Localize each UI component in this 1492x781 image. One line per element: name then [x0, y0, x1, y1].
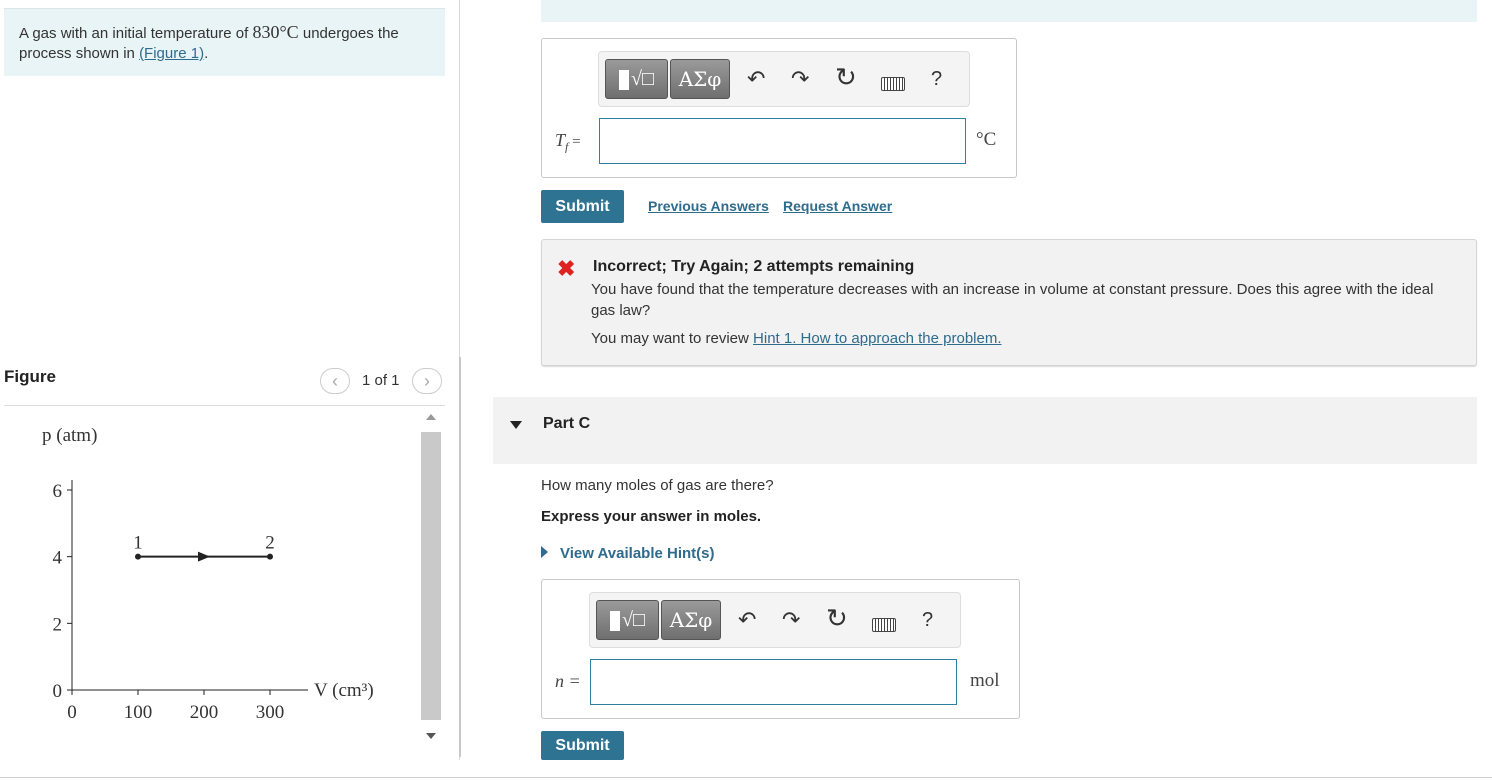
- templates-button[interactable]: √□: [605, 59, 668, 99]
- redo-icon[interactable]: ↷: [782, 607, 800, 633]
- figure-counter: 1 of 1: [362, 372, 400, 389]
- y-tick-label: 2: [53, 614, 63, 635]
- temperature-unit: C: [286, 22, 299, 42]
- reset-icon[interactable]: ↻: [826, 605, 848, 631]
- help-icon[interactable]: ?: [922, 607, 933, 633]
- pv-diagram: p (atm) V (cm³) 0 2 4 6 0 100 200 300 1 2: [42, 425, 374, 723]
- greek-symbols-button[interactable]: ΑΣφ: [661, 600, 721, 640]
- submit-button-part-c[interactable]: Submit: [541, 731, 624, 760]
- n-label: n =: [555, 671, 581, 691]
- templates-button[interactable]: √□: [596, 600, 659, 640]
- tf-label: Tf =: [555, 130, 581, 155]
- tf-unit: °C: [976, 129, 997, 150]
- feedback-hint-line: You may want to review Hint 1. How to ap…: [591, 330, 1002, 347]
- direction-arrow: [198, 551, 210, 562]
- help-icon[interactable]: ?: [931, 66, 942, 92]
- part-c-title[interactable]: Part C: [543, 415, 590, 433]
- greek-symbols-button[interactable]: ΑΣφ: [670, 59, 730, 99]
- y-tick-label: 6: [53, 481, 63, 502]
- previous-answers-link[interactable]: Previous Answers: [648, 198, 769, 214]
- part-c-header[interactable]: [493, 397, 1477, 464]
- caret-down-icon[interactable]: [510, 421, 522, 429]
- submit-button-part-b[interactable]: Submit: [541, 190, 624, 223]
- undo-icon[interactable]: ↶: [738, 607, 756, 633]
- top-banner: [541, 0, 1477, 22]
- figure-prev-button[interactable]: ‹: [320, 368, 350, 394]
- view-hints-link[interactable]: View Available Hint(s): [560, 545, 715, 562]
- tf-input[interactable]: [599, 118, 966, 164]
- state-point: [135, 553, 141, 560]
- x-tick-label: 200: [190, 702, 219, 723]
- review-prefix: You may want to review: [591, 330, 754, 347]
- initial-temperature: 830°: [252, 22, 287, 42]
- x-tick-label: 300: [256, 702, 285, 723]
- figure-divider: [4, 405, 445, 406]
- keyboard-icon[interactable]: [872, 618, 896, 632]
- scroll-down-arrow[interactable]: [426, 733, 436, 739]
- caret-right-icon[interactable]: [541, 546, 548, 558]
- problem-period: .: [204, 45, 209, 62]
- feedback-title: Incorrect; Try Again; 2 attempts remaini…: [593, 258, 915, 275]
- math-toolbar-part-b: √□ ΑΣφ ↶ ↷ ↻ ?: [598, 51, 970, 107]
- reset-icon[interactable]: ↻: [835, 64, 857, 90]
- chevron-left-icon: ‹: [332, 371, 338, 391]
- part-c-instruction: Express your answer in moles.: [541, 508, 762, 525]
- math-templates-icon: [609, 610, 620, 631]
- y-axis-label: p (atm): [42, 425, 97, 446]
- state-point: [267, 553, 273, 560]
- x-axis-label: V (cm³): [314, 680, 374, 701]
- problem-text: A gas with an initial temperature of: [19, 25, 253, 42]
- n-unit: mol: [970, 670, 1000, 691]
- undo-icon[interactable]: ↶: [747, 66, 765, 92]
- close-icon: ✖: [557, 256, 576, 281]
- scroll-up-arrow[interactable]: [426, 414, 436, 420]
- request-answer-link[interactable]: Request Answer: [783, 198, 892, 214]
- x-tick-label: 0: [67, 702, 77, 723]
- page-bottom-border: [0, 777, 1492, 778]
- pane-resize-handle[interactable]: [459, 357, 461, 757]
- tf-symbol: T: [555, 130, 566, 150]
- y-tick-label: 0: [53, 681, 63, 702]
- math-toolbar-part-c: √□ ΑΣφ ↶ ↷ ↻ ?: [589, 592, 961, 648]
- state-label: 1: [133, 533, 143, 554]
- figure-scrollbar-thumb[interactable]: [421, 432, 441, 720]
- chevron-right-icon: ›: [424, 371, 430, 391]
- y-tick-label: 4: [53, 548, 63, 569]
- x-tick-label: 100: [124, 702, 153, 723]
- figure-link[interactable]: (Figure 1): [139, 45, 204, 62]
- part-c-question: How many moles of gas are there?: [541, 477, 774, 494]
- keyboard-icon[interactable]: [881, 77, 905, 91]
- hint-1-link[interactable]: Hint 1. How to approach the problem.: [753, 330, 1001, 347]
- tf-equals: =: [568, 134, 581, 150]
- redo-icon[interactable]: ↷: [791, 66, 809, 92]
- feedback-body: You have found that the temperature decr…: [591, 281, 1434, 319]
- problem-statement: A gas with an initial temperature of 830…: [4, 8, 445, 76]
- figure-title: Figure: [4, 367, 56, 386]
- state-label: 2: [265, 533, 275, 554]
- figure-next-button[interactable]: ›: [412, 368, 442, 394]
- n-input[interactable]: [590, 659, 957, 705]
- tf-variable: Tf =: [555, 130, 581, 154]
- math-templates-icon: [618, 69, 629, 90]
